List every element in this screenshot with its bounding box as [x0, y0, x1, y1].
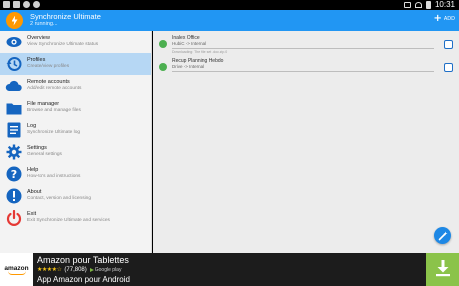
- app-bar: Synchronize Ultimate 2 running... + ADD: [0, 10, 459, 31]
- clock: 10:31: [434, 0, 455, 9]
- screen-rotate-icon: [403, 2, 411, 8]
- nav-item-title: File manager: [27, 101, 60, 107]
- task-row[interactable]: Inalex Office HubiC -> Internal Download…: [153, 33, 459, 55]
- rating-stars: ★★★★☆: [37, 267, 62, 273]
- nav-item-desc: Contact, version and licensing: [27, 196, 91, 201]
- nav-item-exit[interactable]: Exit Exit Synchronize Ultimate and servi…: [0, 207, 151, 229]
- app-subtitle: 2 running...: [30, 21, 58, 27]
- info-icon: [5, 188, 22, 204]
- battery-icon: [425, 1, 431, 9]
- nav-item-title: About: [27, 189, 42, 195]
- store-badge: Google play: [89, 266, 122, 273]
- nav-item-help[interactable]: ? Help How-to's and instructions: [0, 163, 151, 185]
- quick-sync-fab[interactable]: [434, 227, 451, 244]
- power-icon: [5, 210, 22, 226]
- wifi-icon: [414, 2, 422, 8]
- nav-item-title: Settings: [27, 145, 47, 151]
- download-icon: [13, 1, 20, 8]
- ad-rating: ★★★★☆ (77,808) Google play: [37, 266, 122, 274]
- sync-icon: [23, 1, 30, 8]
- nav-item-file-manager[interactable]: File manager Browse and manage files: [0, 97, 151, 119]
- cloud-icon: [5, 78, 22, 94]
- wand-icon: [438, 226, 448, 245]
- history-icon: [5, 56, 22, 72]
- stop-task-button[interactable]: [444, 63, 453, 72]
- nav-item-desc: How-to's and instructions: [27, 174, 81, 179]
- progress-bar: [172, 71, 434, 72]
- store-name: Google play: [94, 266, 122, 273]
- progress-bar: [172, 48, 434, 49]
- download-icon: [434, 259, 452, 281]
- nav-item-profiles[interactable]: Profiles Create/view profiles: [0, 53, 151, 75]
- nav-item-desc: View Synchronize Ultimate status: [27, 42, 99, 47]
- play-store-icon: [89, 267, 94, 272]
- gallery-icon: [3, 1, 10, 8]
- nav-item-title: Remote accounts: [27, 79, 70, 85]
- nav-item-desc: Synchronize Ultimate log: [27, 130, 81, 135]
- profiles-panel: Inalex Office HubiC -> Internal Download…: [153, 31, 459, 253]
- ad-title: Amazon pour Tablettes: [37, 255, 129, 265]
- nav-item-desc: Create/view profiles: [27, 64, 70, 69]
- nav-item-settings[interactable]: Settings General settings: [0, 141, 151, 163]
- notification-icons: [3, 1, 40, 8]
- sync-icon: [33, 1, 40, 8]
- rating-count: (77,808): [64, 266, 87, 273]
- app-logo-icon[interactable]: [6, 12, 23, 29]
- add-button[interactable]: + ADD: [433, 14, 455, 24]
- app-title: Synchronize Ultimate: [30, 12, 101, 21]
- nav-item-title: Profiles: [27, 57, 46, 63]
- log-icon: [5, 122, 22, 138]
- nav-item-about[interactable]: About Contact, version and licensing: [0, 185, 151, 207]
- smile-icon: [7, 271, 26, 275]
- nav-item-title: Exit: [27, 211, 37, 217]
- navigation-drawer: Overview View Synchronize Ultimate statu…: [0, 31, 152, 253]
- task-route: Drive -> Internal: [172, 64, 205, 69]
- task-route: HubiC -> Internal: [172, 41, 207, 46]
- add-button-label: ADD: [443, 16, 455, 22]
- nav-item-desc: General settings: [27, 152, 62, 157]
- stop-task-button[interactable]: [444, 40, 453, 49]
- help-icon: ?: [5, 166, 22, 182]
- nav-item-desc: Add/edit remote accounts: [27, 86, 82, 91]
- folder-icon: [5, 100, 22, 116]
- nav-item-log[interactable]: Log Synchronize Ultimate log: [0, 119, 151, 141]
- svg-text:?: ?: [10, 168, 16, 181]
- nav-item-title: Log: [27, 123, 37, 129]
- amazon-logo: amazon: [0, 253, 33, 286]
- ad-subtitle: App Amazon pour Android: [37, 275, 130, 284]
- gear-icon: [5, 144, 22, 160]
- nav-item-remote-accounts[interactable]: Remote accounts Add/edit remote accounts: [0, 75, 151, 97]
- nav-item-desc: Exit Synchronize Ultimate and services: [27, 218, 110, 223]
- running-status-indicator: [159, 40, 167, 48]
- nav-item-title: Help: [27, 167, 39, 173]
- nav-item-title: Overview: [27, 35, 50, 41]
- running-status-indicator: [159, 63, 167, 71]
- nav-item-overview[interactable]: Overview View Synchronize Ultimate statu…: [0, 31, 151, 53]
- ad-banner[interactable]: amazon Amazon pour Tablettes ★★★★☆ (77,8…: [0, 253, 459, 286]
- task-row[interactable]: Recup Planning Hebdo Drive -> Internal: [153, 56, 459, 78]
- plus-icon: +: [433, 13, 442, 24]
- task-status-note: Downloading: The file set .doc.zip.0: [172, 50, 228, 54]
- status-bar: 10:31: [0, 0, 459, 10]
- download-button[interactable]: [426, 253, 459, 286]
- nav-item-desc: Browse and manage files: [27, 108, 81, 113]
- eye-icon: [5, 34, 22, 50]
